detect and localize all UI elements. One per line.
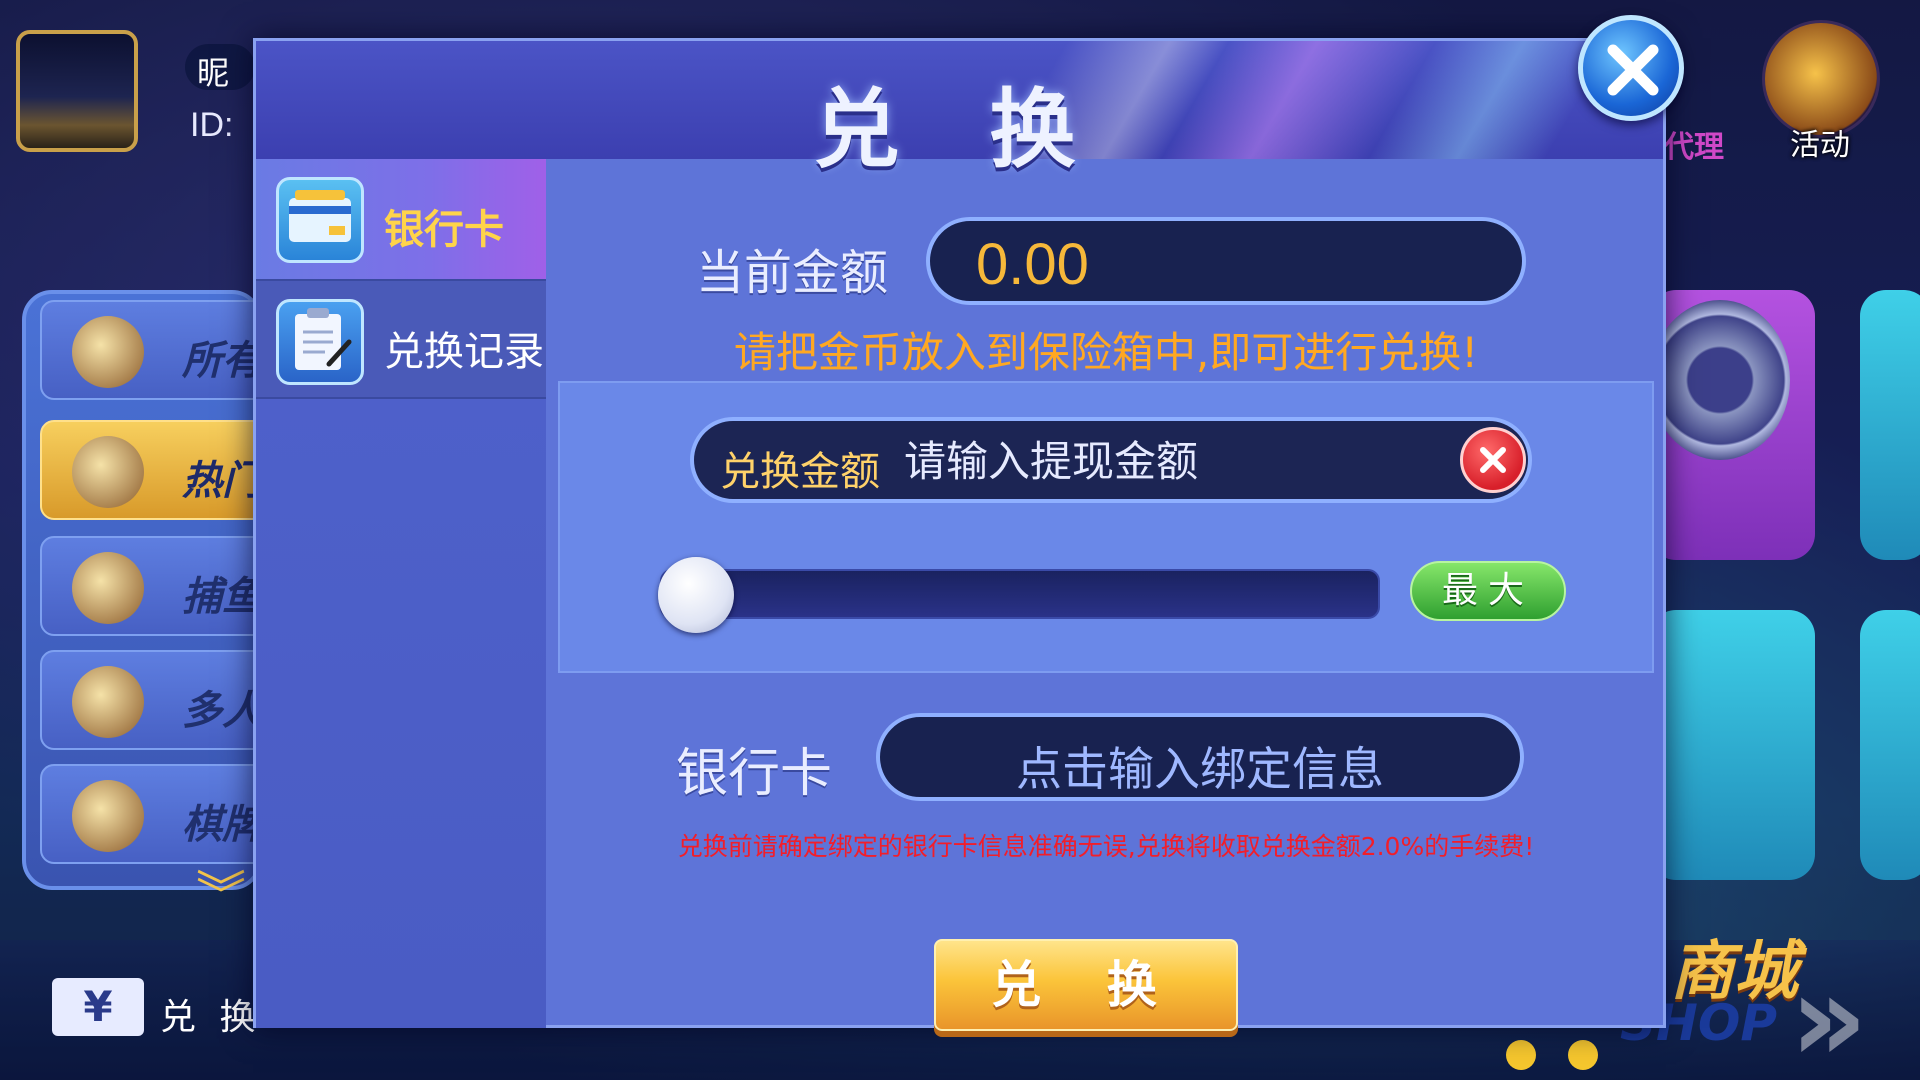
agent-label[interactable]: 代理: [1664, 122, 1724, 166]
bottom-exchange-label[interactable]: 兑 换: [160, 988, 261, 1040]
exchange-content: 当前金额 0.00 请把金币放入到保险箱中,即可进行兑换! 兑换金额 最大 银行…: [546, 159, 1666, 1031]
nickname-label: 昵: [185, 44, 255, 92]
game-tile-edge-2[interactable]: [1860, 610, 1920, 880]
game-tile-edge-1[interactable]: [1860, 290, 1920, 560]
chevron-down-icon[interactable]: ︾: [196, 870, 246, 920]
user-id-label: ID:: [190, 106, 234, 144]
trophy-icon: [72, 666, 144, 738]
cards-coins-icon: [72, 780, 144, 852]
clipboard-icon: [276, 299, 364, 385]
current-amount-display: 0.00: [926, 217, 1526, 305]
max-button[interactable]: 最大: [1410, 561, 1566, 621]
bank-card-icon: [276, 177, 364, 263]
close-button[interactable]: [1578, 15, 1684, 121]
exchange-dialog: 兑 换 银行卡 兑换记录 当前金额 0.00 请把金币放入到保险箱中,即可进行兑…: [253, 15, 1684, 1031]
exchange-amount-label: 兑换金额: [720, 449, 880, 495]
dialog-header: 兑 换: [256, 41, 1663, 180]
category-label: 所有: [182, 338, 262, 384]
fee-warning: 兑换前请确定绑定的银行卡信息准确无误,兑换将收取兑换金额2.0%的手续费!: [677, 832, 1535, 861]
activity-label: 活动: [1790, 128, 1850, 163]
category-label: 棋牌: [182, 802, 262, 848]
tab-bank-card[interactable]: 银行卡: [256, 159, 546, 279]
category-label: 多人: [182, 688, 262, 734]
current-amount-value: 0.00: [976, 232, 1089, 297]
pufferfish-icon: [72, 552, 144, 624]
yen-icon[interactable]: ¥: [52, 978, 144, 1036]
bank-card-placeholder: 点击输入绑定信息: [1016, 742, 1384, 796]
close-icon: [1480, 447, 1506, 473]
deposit-tip: 请把金币放入到保险箱中,即可进行兑换!: [733, 328, 1479, 377]
slider-thumb[interactable]: [658, 557, 734, 633]
bank-card-label: 银行卡: [676, 744, 833, 804]
side-nav: 银行卡 兑换记录: [256, 159, 546, 1028]
exchange-amount-input[interactable]: [904, 433, 1424, 489]
tab-exchange-record-label: 兑换记录: [384, 329, 544, 375]
cards-hat-icon: [72, 316, 144, 388]
bank-card-input[interactable]: 点击输入绑定信息: [876, 713, 1524, 801]
exchange-amount-box: 兑换金额: [690, 417, 1532, 503]
game-tile-fish[interactable]: [1650, 610, 1815, 880]
chevron-right-icon[interactable]: »: [1790, 950, 1868, 1080]
poker-chip-icon: [1650, 300, 1790, 460]
exchange-amount-section: 兑换金额 最大: [558, 381, 1654, 673]
category-label: 捕鱼: [182, 574, 262, 620]
coin-icon: [1568, 1040, 1598, 1070]
exchange-submit-button[interactable]: 兑 换: [934, 939, 1238, 1031]
poker-table-icon: [72, 436, 144, 508]
tab-exchange-record[interactable]: 兑换记录: [256, 279, 546, 399]
current-amount-label: 当前金额: [696, 245, 889, 301]
amount-slider[interactable]: [658, 557, 1380, 633]
coin-icon: [1506, 1040, 1536, 1070]
category-label: 热门: [182, 458, 262, 504]
avatar[interactable]: [16, 30, 138, 152]
close-icon: [1607, 44, 1659, 96]
clear-amount-button[interactable]: [1460, 427, 1526, 493]
tab-bank-card-label: 银行卡: [384, 207, 504, 253]
